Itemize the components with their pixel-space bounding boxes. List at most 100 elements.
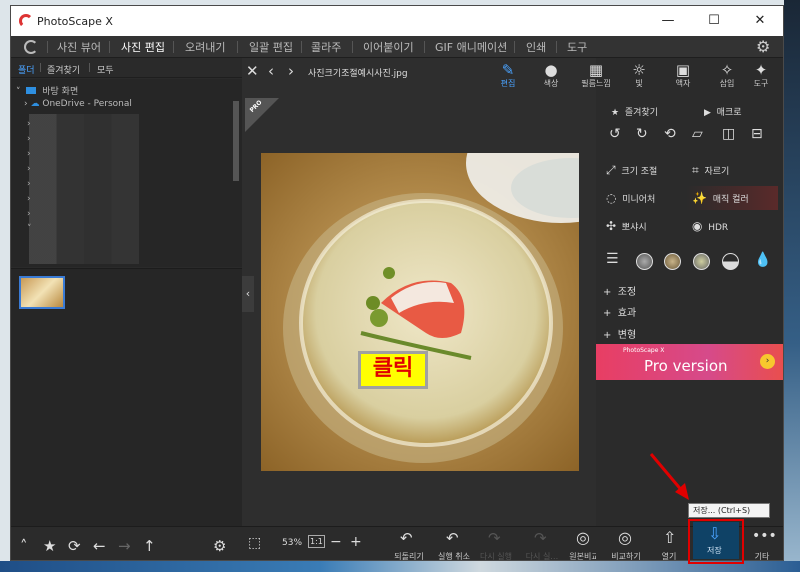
menu-photo-viewer[interactable]: 사진 뷰어 xyxy=(57,39,101,55)
toolbar-color[interactable]: ● 색상 xyxy=(536,61,566,89)
settings-gear-icon[interactable]: ⚙ xyxy=(756,37,770,56)
frame-icon: ▣ xyxy=(675,61,691,79)
original-label: 원본비교 xyxy=(569,552,599,561)
filter-preset-1-icon[interactable] xyxy=(636,253,653,270)
miniature-icon: ◌ xyxy=(606,191,617,205)
levels-icon[interactable]: ☰ xyxy=(606,251,619,267)
hdr-button[interactable]: ◉ HDR xyxy=(692,219,728,233)
menu-photo-editor[interactable]: 사진 편집 xyxy=(121,39,165,55)
arrow-left-icon[interactable]: ← xyxy=(93,537,106,555)
chevron-down-icon: ˅ xyxy=(16,87,21,97)
crop-icon: ⌗ xyxy=(692,163,699,177)
zoom-out-button[interactable]: − xyxy=(330,534,342,550)
one-to-one-button[interactable]: 1:1 xyxy=(308,535,325,548)
section-label: 변형 xyxy=(617,330,637,341)
chevron-left-icon[interactable]: ‹ xyxy=(268,62,274,80)
tree-item-desktop[interactable]: ˅ 바탕 화면 xyxy=(16,84,78,97)
tab-favorites[interactable]: 즐겨찾기 xyxy=(47,63,80,76)
hdr-label: HDR xyxy=(708,223,729,233)
toolbar-film[interactable]: ▦ 필름느낌 xyxy=(581,61,611,89)
menu-tools[interactable]: 도구 xyxy=(567,39,587,55)
open-label: 열기 xyxy=(661,552,677,561)
crop-button[interactable]: ⌗ 자르기 xyxy=(692,163,729,178)
zoom-level[interactable]: 53% xyxy=(282,538,302,548)
collapse-left-panel-button[interactable]: ‹ xyxy=(242,276,254,312)
save-highlight-box xyxy=(688,519,744,564)
filter-preset-3-icon[interactable] xyxy=(693,253,710,270)
zoom-in-button[interactable]: + xyxy=(350,534,362,550)
editor-bottom-bar: ⬚ 53% 1:1 − + ↶ 되돌리기 ↶ 실행 취소 ↷ 다시 실행 ↷ 다… xyxy=(242,526,599,561)
refresh-icon[interactable]: ⟳ xyxy=(68,537,81,555)
toolbar-label: 필름느낌 xyxy=(581,79,611,88)
pro-version-banner[interactable]: PhotoScape X Pro version › xyxy=(596,344,783,380)
arrow-right-icon[interactable]: → xyxy=(118,537,131,555)
minimize-button[interactable]: — xyxy=(645,6,691,36)
toolbar-light[interactable]: ☼ 빛 xyxy=(624,61,654,89)
straighten-icon[interactable]: ▱ xyxy=(692,126,703,142)
menu-cut-out[interactable]: 오려내기 xyxy=(185,39,225,55)
menu-combine[interactable]: 이어붙이기 xyxy=(363,39,414,55)
miniature-button[interactable]: ◌ 미니어처 xyxy=(606,191,655,205)
collapse-up-icon[interactable]: ˄ xyxy=(20,537,28,555)
menu-divider xyxy=(424,41,425,53)
half-tone-icon[interactable] xyxy=(722,253,739,270)
toolbar-frame[interactable]: ▣ 액자 xyxy=(668,61,698,89)
sharpen-button[interactable]: ✣ 뽀샤시 xyxy=(606,219,647,233)
toolbar-tools[interactable]: ✦ 도구 xyxy=(746,61,776,89)
section-effects[interactable]: + 효과 xyxy=(603,304,636,319)
tab-all[interactable]: 모두 xyxy=(97,63,114,76)
settings-gear-icon[interactable]: ⚙ xyxy=(213,537,226,555)
plus-icon: + xyxy=(603,287,612,298)
star-icon: ★ xyxy=(611,108,620,118)
flip-horizontal-icon[interactable]: ◫ xyxy=(722,126,735,142)
insert-icon: ✧ xyxy=(720,61,734,79)
tab-folders[interactable]: 폴더 xyxy=(18,63,35,76)
tree-scrollbar[interactable] xyxy=(233,101,239,181)
menu-divider xyxy=(47,41,48,53)
fit-screen-icon[interactable]: ⬚ xyxy=(248,535,261,551)
section-adjust[interactable]: + 조정 xyxy=(603,283,636,298)
tree-item-label: OneDrive - Personal xyxy=(42,99,132,109)
flip-vertical-icon[interactable]: ⊟ xyxy=(751,126,763,142)
close-button[interactable]: ✕ xyxy=(737,6,783,36)
edit-icon: ✎ xyxy=(501,61,515,79)
close-icon[interactable]: ✕ xyxy=(246,62,259,80)
water-drop-icon[interactable]: 💧 xyxy=(754,252,771,268)
favorites-button[interactable]: ★ 즐겨찾기 xyxy=(611,105,658,118)
toolbar-edit[interactable]: ✎ 편집 xyxy=(493,61,523,89)
resize-button[interactable]: ⤢ 크기 조절 xyxy=(606,163,657,178)
menu-collage[interactable]: 콜라주 xyxy=(311,39,341,55)
rotate-left-icon[interactable]: ↺ xyxy=(609,126,621,142)
annotation-arrow-icon xyxy=(649,453,689,500)
tree-item-onedrive[interactable]: › ☁ OneDrive - Personal xyxy=(24,99,132,109)
photo-thumbnail[interactable] xyxy=(19,276,65,309)
toolbar-label: 빛 xyxy=(635,79,643,88)
folder-chevrons: › › › › › › › ˅ xyxy=(27,119,32,234)
section-transform[interactable]: + 변형 xyxy=(603,326,636,341)
cloud-icon: ☁ xyxy=(30,99,40,109)
toolbar-insert[interactable]: ✧ 삽입 xyxy=(712,61,742,89)
menu-gif[interactable]: GIF 애니메이션 xyxy=(435,39,507,55)
edited-photo xyxy=(261,153,579,471)
menu-batch[interactable]: 일괄 편집 xyxy=(249,39,293,55)
light-icon: ☼ xyxy=(632,61,646,79)
magic-wand-icon: ✨ xyxy=(692,191,707,205)
menu-print[interactable]: 인쇄 xyxy=(526,39,546,55)
rotate-right-icon[interactable]: ↻ xyxy=(636,126,648,142)
macro-button[interactable]: ▶ 매크로 xyxy=(704,105,742,118)
home-icon[interactable] xyxy=(24,40,38,54)
menu-divider xyxy=(109,41,110,53)
undo-all-label: 되돌리기 xyxy=(394,552,424,561)
resize-icon: ⤢ xyxy=(606,163,616,177)
magic-color-button[interactable]: ✨ 매직 컬러 xyxy=(692,191,749,205)
magic-color-label: 매직 컬러 xyxy=(712,195,749,205)
menu-divider xyxy=(514,41,515,53)
filter-preset-2-icon[interactable] xyxy=(664,253,681,270)
star-icon[interactable]: ★ xyxy=(43,537,56,555)
arrow-up-icon[interactable]: ↑ xyxy=(143,537,156,555)
chevron-right-icon[interactable]: › xyxy=(288,62,294,80)
rotate-free-icon[interactable]: ⟲ xyxy=(664,126,676,142)
click-callout: 클릭 xyxy=(358,351,428,389)
maximize-button[interactable]: ☐ xyxy=(691,6,737,36)
desktop-folder-icon xyxy=(26,87,37,94)
